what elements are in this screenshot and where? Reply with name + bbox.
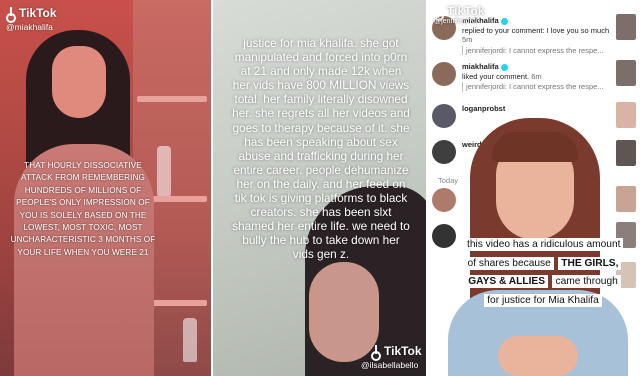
verified-badge-icon <box>500 63 508 71</box>
video-thumbnail[interactable] <box>616 14 636 40</box>
tiktok-note-icon <box>6 7 16 23</box>
notification-time: 5m <box>462 35 473 44</box>
creator-handle[interactable]: @jenniferjordi <box>434 18 477 25</box>
tiktok-brand-text: TikTok <box>384 344 422 358</box>
creator-handle[interactable]: @miakhalifa <box>6 22 53 32</box>
verified-badge-icon <box>500 17 508 25</box>
tiktok-video-panel-left[interactable]: TikTok @miakhalifa That hourly dissociat… <box>0 0 211 376</box>
video-thumbnail[interactable] <box>616 140 636 166</box>
notification-time: 6m <box>531 71 542 81</box>
notification-quote: jenniferjordi: I cannot express the resp… <box>462 45 610 55</box>
tiktok-note-icon <box>371 345 381 361</box>
tiktok-video-panel-middle[interactable]: justice for mia khalifa. she got manipul… <box>213 0 426 376</box>
tiktok-logo: TikTok <box>434 4 485 21</box>
bottle <box>183 318 197 362</box>
video-thumbnail[interactable] <box>616 102 636 128</box>
video-caption: this video has a ridiculous amount of sh… <box>464 234 624 308</box>
section-label-today: Today <box>438 176 459 185</box>
avatar[interactable] <box>432 62 456 86</box>
tiktok-logo: TikTok <box>6 6 57 23</box>
notification-username[interactable]: miakhalifa <box>462 62 499 71</box>
notification-text: replied to your comment: I love you so m… <box>462 25 610 35</box>
video-caption: That hourly dissociative attack from rem… <box>10 161 156 257</box>
notification-quote: jenniferjordi: I cannot express the resp… <box>462 82 610 92</box>
avatar[interactable] <box>432 224 456 248</box>
notification-text: liked your comment. <box>462 71 530 81</box>
video-thumbnail[interactable] <box>616 186 636 212</box>
tiktok-video-panel-right[interactable]: miakhalifa replied to your comment: I lo… <box>428 0 640 376</box>
tiktok-note-icon <box>434 5 444 21</box>
video-caption: justice for mia khalifa. she got manipul… <box>232 36 410 262</box>
avatar[interactable] <box>432 104 456 128</box>
tiktok-brand-text: TikTok <box>447 4 485 18</box>
person-face <box>309 262 379 362</box>
avatar[interactable] <box>432 140 456 164</box>
tiktok-brand-text: TikTok <box>19 6 57 20</box>
person-hands <box>498 336 578 376</box>
bottle <box>157 146 171 196</box>
video-thumbnail[interactable] <box>616 60 636 86</box>
person-bangs <box>492 132 578 162</box>
notification-item[interactable]: miakhalifa liked your comment. 6m jennif… <box>432 62 610 98</box>
tiktok-logo: TikTok <box>371 344 422 361</box>
notification-username[interactable]: loganprobst <box>462 104 505 113</box>
creator-handle[interactable]: @ilsabellabello <box>361 360 418 370</box>
avatar[interactable] <box>432 188 456 212</box>
